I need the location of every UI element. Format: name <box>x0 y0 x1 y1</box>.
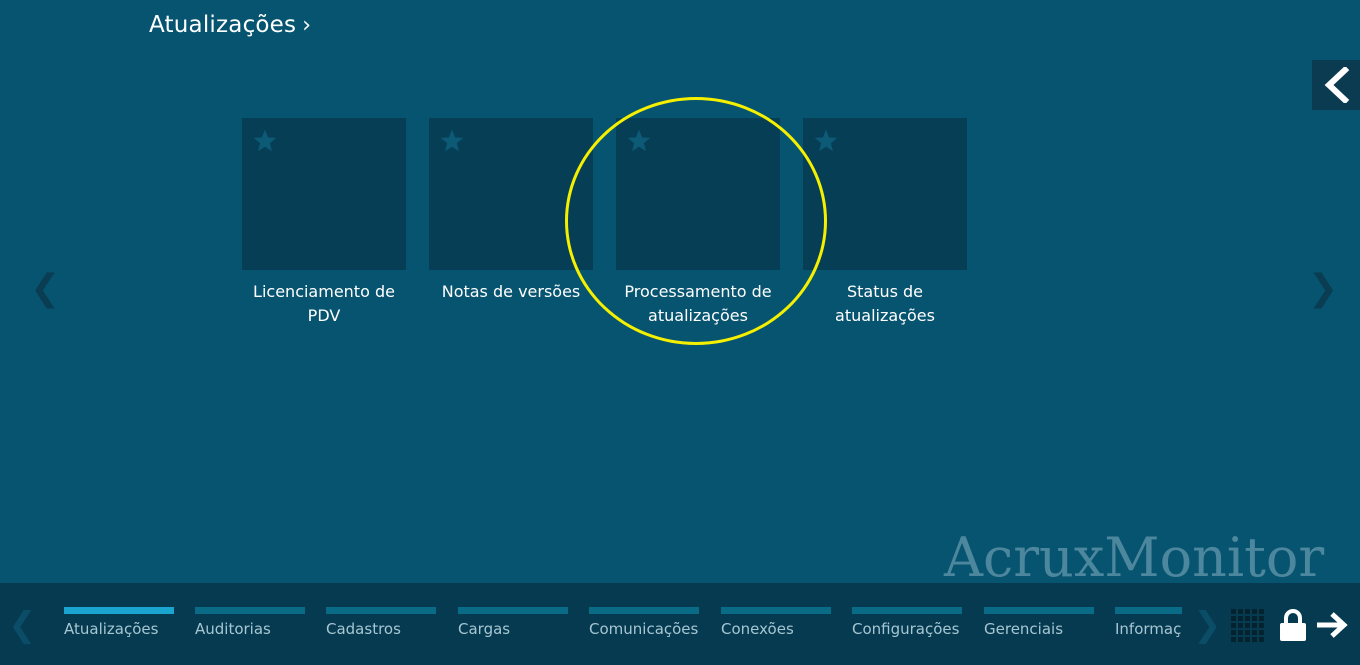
tile-label-status-atualizacoes[interactable]: Status de atualizações <box>790 280 980 328</box>
taskbar-tabs: Atualizações Auditorias Cadastros Cargas… <box>60 583 1182 665</box>
next-page-button[interactable]: ❯ <box>1308 268 1338 309</box>
tab-label: Conexões <box>721 620 794 638</box>
tab-indicator <box>984 607 1094 614</box>
tile-label-line: Processamento de <box>624 282 772 301</box>
tab-label: Cargas <box>458 620 511 638</box>
star-icon[interactable] <box>252 128 278 154</box>
star-icon[interactable] <box>626 128 652 154</box>
taskbar-previous-button[interactable]: ❮ <box>8 605 37 645</box>
tab-indicator <box>721 607 831 614</box>
tile-label-line: Status de <box>846 282 924 301</box>
tab-conexoes[interactable]: Conexões <box>717 583 833 665</box>
tab-label: Informações <box>1115 620 1182 638</box>
tile-label-line: PDV <box>307 306 341 325</box>
tile-label-line: Licenciamento de <box>253 282 395 301</box>
chevron-right-icon: › <box>302 13 312 38</box>
back-button[interactable] <box>1312 60 1360 110</box>
tab-indicator <box>852 607 962 614</box>
tile-status-atualizacoes[interactable] <box>803 118 967 270</box>
grid-icon[interactable] <box>1231 609 1265 643</box>
page-title-text: Atualizações <box>149 12 297 38</box>
tile-label-notas-versoes[interactable]: Notas de versões <box>416 280 606 304</box>
tile-label-processamento-atualizacoes[interactable]: Processamento de atualizações <box>603 280 793 328</box>
tab-indicator <box>64 607 174 614</box>
tab-auditorias[interactable]: Auditorias <box>191 583 307 665</box>
taskbar-next-button[interactable]: ❯ <box>1193 605 1222 645</box>
brand-logo: AcruxMonitor <box>944 526 1325 589</box>
tab-informacoes[interactable]: Informações <box>1111 583 1182 665</box>
tab-cadastros[interactable]: Cadastros <box>322 583 438 665</box>
arrow-right-icon[interactable] <box>1315 611 1349 639</box>
tab-label: Comunicações <box>589 620 699 638</box>
tab-label: Configurações <box>852 620 960 638</box>
tab-indicator <box>1115 607 1182 614</box>
tile-label-line: atualizações <box>648 306 748 325</box>
tile-label-line: Notas de versões <box>441 282 581 301</box>
tab-comunicacoes[interactable]: Comunicações <box>585 583 701 665</box>
star-icon[interactable] <box>439 128 465 154</box>
tab-label: Cadastros <box>326 620 401 638</box>
tab-indicator <box>326 607 436 614</box>
tile-processamento-atualizacoes[interactable] <box>616 118 780 270</box>
page-title[interactable]: Atualizações › <box>149 12 311 38</box>
tab-indicator <box>589 607 699 614</box>
lock-icon[interactable] <box>1279 608 1307 642</box>
tab-gerenciais[interactable]: Gerenciais <box>980 583 1096 665</box>
tab-indicator <box>195 607 305 614</box>
tab-label: Atualizações <box>64 620 159 638</box>
tab-label: Auditorias <box>195 620 271 638</box>
taskbar: ❮ Atualizações Auditorias Cadastros Carg… <box>0 583 1360 665</box>
star-icon[interactable] <box>813 128 839 154</box>
tile-notas-versoes[interactable] <box>429 118 593 270</box>
tile-label-licenciamento-pdv[interactable]: Licenciamento de PDV <box>229 280 419 328</box>
tab-configuracoes[interactable]: Configurações <box>848 583 964 665</box>
tab-indicator <box>458 607 568 614</box>
tile-licenciamento-pdv[interactable] <box>242 118 406 270</box>
previous-page-button[interactable]: ❮ <box>30 268 60 309</box>
tile-label-line: atualizações <box>835 306 935 325</box>
tab-label: Gerenciais <box>984 620 1064 638</box>
tab-atualizacoes[interactable]: Atualizações <box>60 583 176 665</box>
tab-cargas[interactable]: Cargas <box>454 583 570 665</box>
chevron-left-icon <box>1324 67 1350 103</box>
